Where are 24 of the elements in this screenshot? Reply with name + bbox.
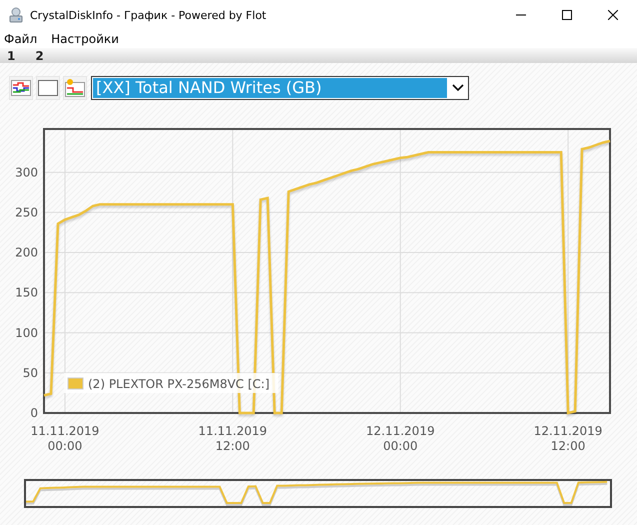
x-tick-label: 11.11.2019 12:00 — [198, 424, 268, 453]
x-tick-label: 12.11.2019 00:00 — [366, 424, 435, 453]
menu-item[interactable]: Настройки — [51, 32, 119, 46]
x-tick-label: 11.11.2019 00:00 — [30, 424, 100, 453]
new-chart-button[interactable] — [63, 76, 87, 100]
y-tick-label: 150 — [15, 286, 38, 300]
maximize-icon[interactable] — [562, 10, 572, 20]
y-tick-label: 250 — [15, 205, 38, 220]
blank-chart-button[interactable] — [36, 76, 60, 100]
y-tick-label: 0 — [30, 406, 38, 420]
legend-label: (2) PLEXTOR PX-256M8VC [C:] — [88, 377, 270, 391]
y-tick-label: 100 — [15, 326, 38, 340]
x-tick-label: 12.11.2019 12:00 — [534, 424, 602, 453]
chevron-down-icon — [452, 84, 464, 92]
app-icon — [8, 7, 24, 23]
tab[interactable]: 2 — [35, 48, 44, 62]
y-tick-label: 300 — [15, 165, 38, 180]
menu-item[interactable]: Файл — [4, 32, 38, 46]
y-tick-label: 200 — [15, 246, 38, 260]
close-icon[interactable] — [608, 10, 618, 20]
y-tick-label: 50 — [22, 366, 38, 380]
multi-line-chart-button[interactable] — [9, 76, 33, 100]
window-title: CrystalDiskInfo - График - Powered by Flot — [30, 8, 266, 22]
tab[interactable]: 1 — [7, 48, 16, 62]
